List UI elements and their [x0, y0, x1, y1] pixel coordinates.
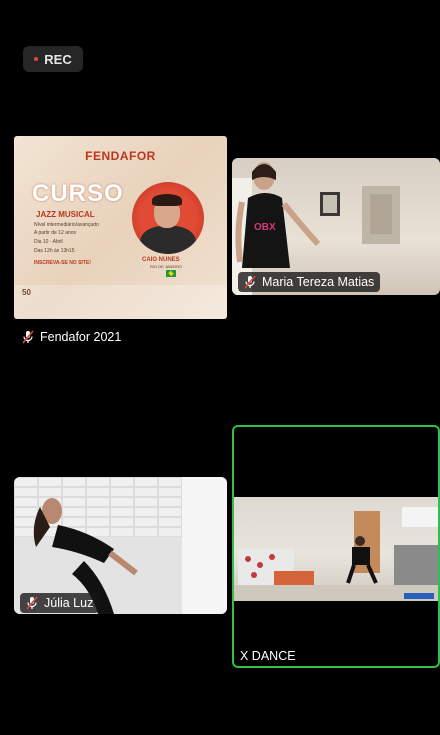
- video-tile-xdance[interactable]: X DANCE: [232, 425, 440, 668]
- muted-mic-icon: [22, 330, 34, 344]
- poster-level: Nível intermediário/avançado: [34, 222, 99, 228]
- participant-label-xdance: X DANCE: [240, 649, 296, 663]
- participant-label-maria: Maria Tereza Matias: [238, 272, 381, 292]
- participant-label-fendafor: Fendafor 2021: [20, 329, 121, 345]
- poster-badge: 50: [22, 288, 31, 297]
- poster-city: RIO DE JANEIRO: [150, 264, 183, 269]
- muted-mic-icon: [26, 596, 38, 610]
- poster-age: A partir de 12 anos: [34, 230, 76, 236]
- svg-text:OBX: OBX: [254, 222, 276, 233]
- muted-mic-icon: [244, 275, 256, 289]
- poster-date: Dia 10 - Abril: [34, 239, 63, 245]
- participant-name: Fendafor 2021: [40, 330, 122, 344]
- record-dot-icon: [34, 57, 39, 61]
- poster-instructor: CAIO NUNES: [142, 257, 180, 263]
- video-tile-maria[interactable]: OBX Maria Tereza Matias: [232, 158, 440, 295]
- poster-course-subtitle: JAZZ MUSICAL: [36, 210, 95, 219]
- poster-signup: INSCREVA-SE NO SITE!: [34, 260, 91, 266]
- poster-footer: [14, 285, 227, 319]
- recording-indicator[interactable]: REC: [23, 46, 83, 72]
- recording-label: REC: [44, 51, 72, 67]
- xdance-video-feed: [234, 497, 438, 601]
- poster-time: Das 12h às 13h15: [34, 248, 75, 254]
- video-tile-fendafor[interactable]: FENDAFOR CURSO JAZZ MUSICAL Nível interm…: [14, 136, 227, 319]
- participant-name: X DANCE: [240, 649, 296, 663]
- participant-name: Maria Tereza Matias: [262, 275, 375, 289]
- poster-course-title: CURSO: [32, 180, 124, 207]
- instructor-photo: [132, 182, 204, 254]
- participant-label-julia: Júlia Luz: [20, 593, 100, 613]
- poster-brand: FENDAFOR: [85, 149, 156, 163]
- participant-name: Júlia Luz: [44, 596, 94, 610]
- brazil-flag-icon: [166, 270, 176, 277]
- video-tile-julia[interactable]: Júlia Luz: [14, 477, 227, 614]
